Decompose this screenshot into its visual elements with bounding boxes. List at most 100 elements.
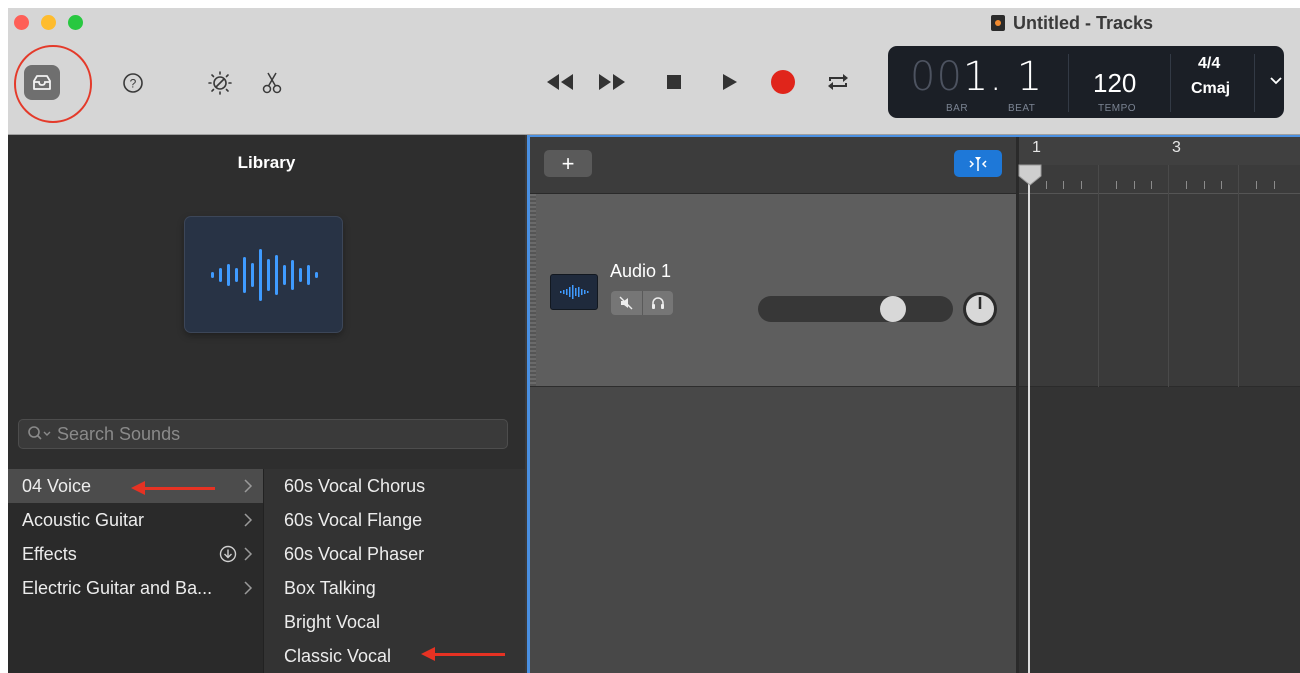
patch-item[interactable]: Classic Vocal <box>264 639 525 673</box>
volume-slider-knob[interactable] <box>880 296 906 322</box>
annotation-arrow <box>131 481 215 495</box>
ruler-tick <box>1151 181 1152 189</box>
pan-knob[interactable] <box>962 291 998 327</box>
ruler-tick <box>1046 181 1047 189</box>
rewind-button[interactable] <box>546 68 574 96</box>
empty-track-area[interactable] <box>530 387 1019 673</box>
scissors-icon <box>262 72 282 94</box>
chevron-right-icon <box>244 479 253 493</box>
bar-gridline <box>1098 165 1099 387</box>
rewind-icon <box>547 74 573 90</box>
annotation-arrow <box>421 647 505 661</box>
record-icon <box>771 70 795 94</box>
fast-forward-button[interactable] <box>598 68 626 96</box>
category-item-acoustic-guitar[interactable]: Acoustic Guitar <box>8 503 263 537</box>
mute-icon <box>619 296 633 310</box>
ruler-tick <box>1186 181 1187 189</box>
library-button[interactable] <box>24 65 60 100</box>
lcd-display[interactable]: 001. 1 BAR BEAT 120 TEMPO 4/4 Cmaj <box>888 46 1284 118</box>
ruler-tick <box>1116 181 1117 189</box>
brightness-icon <box>208 71 232 95</box>
lcd-separator <box>1170 54 1171 112</box>
beat-label: BEAT <box>1008 103 1036 114</box>
search-placeholder: Search Sounds <box>57 423 181 444</box>
category-item-electric-guitar[interactable]: Electric Guitar and Ba... <box>8 571 263 605</box>
fast-forward-icon <box>599 74 625 90</box>
download-icon[interactable] <box>219 545 237 563</box>
add-track-button[interactable]: + <box>544 150 592 177</box>
stop-icon <box>667 75 681 89</box>
timeline: 1 3 <box>1018 137 1300 673</box>
bar-number: 3 <box>1172 139 1181 156</box>
chevron-right-icon <box>244 581 253 595</box>
catch-playhead-button[interactable] <box>954 150 1002 177</box>
bar-gridline <box>1168 165 1169 387</box>
bar-number: 1 <box>1032 139 1041 156</box>
cycle-button[interactable] <box>824 68 852 96</box>
minimize-window-button[interactable] <box>41 15 56 30</box>
tempo-label: TEMPO <box>1098 103 1137 114</box>
search-icon <box>27 425 53 443</box>
zoom-window-button[interactable] <box>68 15 83 30</box>
patch-list: 60s Vocal Chorus 60s Vocal Flange 60s Vo… <box>264 469 525 673</box>
chevron-down-icon[interactable] <box>1270 74 1282 88</box>
search-sounds-field[interactable]: Search Sounds <box>18 419 508 449</box>
garageband-document-icon <box>991 15 1005 31</box>
library-icon <box>33 74 51 90</box>
close-window-button[interactable] <box>14 15 29 30</box>
brightness-tuner-button[interactable] <box>205 68 235 98</box>
library-browser: 04 Voice Acoustic Guitar Effects Electri… <box>8 469 525 673</box>
track-header-audio-1[interactable]: Audio 1 <box>530 194 1019 387</box>
patch-artwork <box>185 217 342 332</box>
chevron-right-icon <box>244 547 253 561</box>
tracks-area: + Audio 1 1 3 <box>527 135 1300 673</box>
track-lane-audio-1[interactable] <box>1019 194 1300 387</box>
play-button[interactable] <box>716 68 744 96</box>
lcd-separator <box>1068 54 1069 112</box>
key-signature[interactable]: Cmaj <box>1191 80 1230 98</box>
library-pane: Library Search Sounds 04 Voice Acoustic … <box>8 135 525 673</box>
svg-text:?: ? <box>130 77 137 91</box>
headphones-icon <box>651 297 664 309</box>
track-header-toolbar: + <box>530 137 1019 194</box>
playhead-position: 001. 1 <box>910 54 1044 100</box>
bar-label: BAR <box>946 103 969 114</box>
category-item-effects[interactable]: Effects <box>8 537 263 571</box>
help-icon: ? <box>123 73 143 93</box>
ruler-tick <box>1081 181 1082 189</box>
window-title: Untitled - Tracks <box>991 12 1153 34</box>
lcd-separator <box>1254 54 1255 112</box>
record-button[interactable] <box>769 68 797 96</box>
ruler-tick <box>1063 181 1064 189</box>
ruler[interactable]: 1 3 <box>1019 137 1300 194</box>
playhead[interactable] <box>1028 165 1030 673</box>
library-title: Library <box>237 153 296 172</box>
patch-item[interactable]: Box Talking <box>264 571 525 605</box>
track-name[interactable]: Audio 1 <box>610 261 671 282</box>
patch-item[interactable]: Bright Vocal <box>264 605 525 639</box>
ruler-tick <box>1221 181 1222 189</box>
stop-button[interactable] <box>660 68 688 96</box>
mute-solo-group <box>611 291 673 315</box>
patch-item[interactable]: 60s Vocal Flange <box>264 503 525 537</box>
volume-slider[interactable] <box>758 296 953 322</box>
garageband-window: Untitled - Tracks ? 001. 1 BAR BEAT 120 … <box>8 8 1300 673</box>
toolbar: Untitled - Tracks ? 001. 1 BAR BEAT 120 … <box>8 8 1300 135</box>
cycle-area[interactable] <box>1019 137 1300 165</box>
ruler-tick <box>1204 181 1205 189</box>
ruler-tick <box>1134 181 1135 189</box>
time-signature[interactable]: 4/4 <box>1198 55 1220 73</box>
solo-button[interactable] <box>643 291 674 315</box>
patch-item[interactable]: 60s Vocal Phaser <box>264 537 525 571</box>
mute-button[interactable] <box>611 291 643 315</box>
patch-item[interactable]: 60s Vocal Chorus <box>264 469 525 503</box>
chevron-right-icon <box>244 513 253 527</box>
catch-playhead-icon <box>969 156 987 171</box>
scissors-button[interactable] <box>257 68 287 98</box>
audio-track-icon <box>550 274 598 310</box>
playhead-handle[interactable] <box>1018 164 1042 186</box>
bar-gridline <box>1238 165 1239 387</box>
help-button[interactable]: ? <box>118 68 148 98</box>
tempo-value[interactable]: 120 <box>1093 68 1136 99</box>
cycle-icon <box>828 74 848 90</box>
